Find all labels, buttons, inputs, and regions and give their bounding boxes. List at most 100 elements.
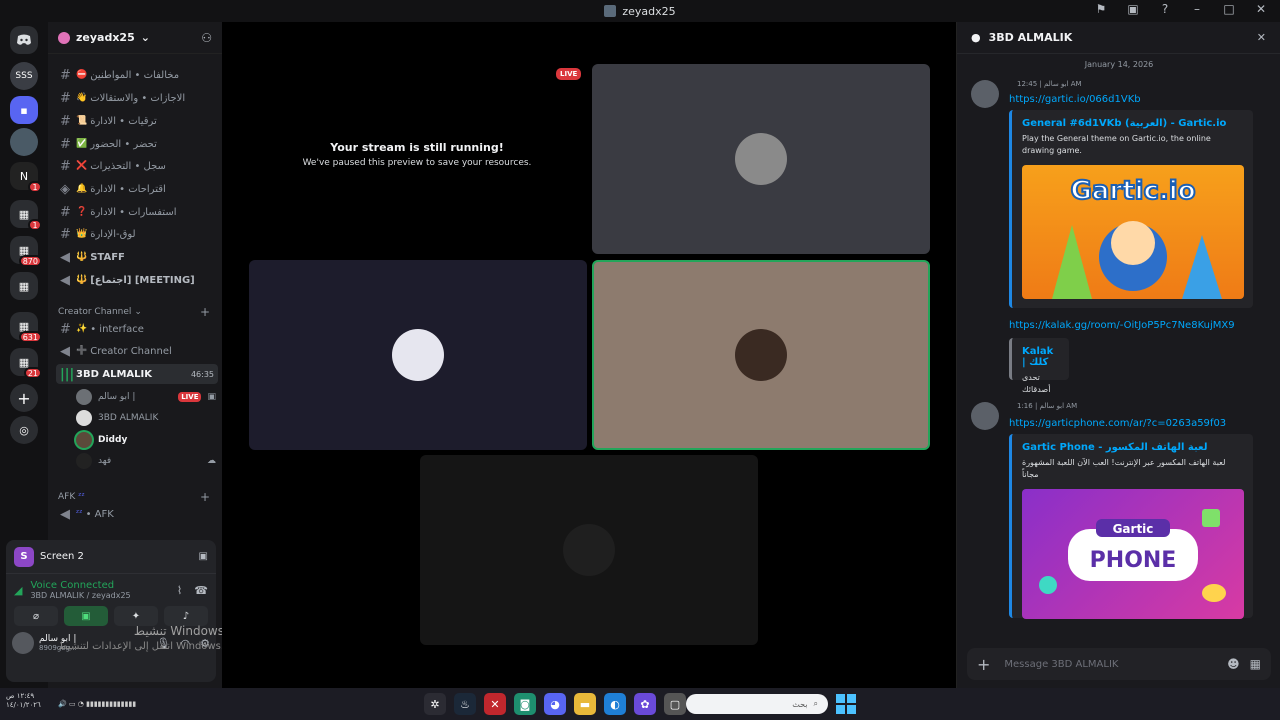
- message-author[interactable]: ابو سالم |: [1039, 80, 1068, 88]
- active-voice-channel[interactable]: ||| 3BD ALMALIK 46:35: [56, 364, 218, 384]
- server-folder-3[interactable]: ▦ 870: [10, 236, 42, 267]
- discover-icon[interactable]: ◎: [10, 416, 38, 444]
- chevron-down-icon: ⌄: [140, 31, 150, 44]
- guild-header[interactable]: zeyadx25 ⌄ ⚇: [48, 22, 222, 54]
- category-creator[interactable]: Creator Channel ⌄ +: [58, 305, 210, 319]
- voice-channel-item[interactable]: ◀ ➕ Creator Channel: [56, 341, 218, 361]
- embed-image[interactable]: Gartic PHONE: [1022, 489, 1244, 619]
- copilot-icon[interactable]: ✿: [634, 693, 656, 715]
- voice-status-text[interactable]: Voice Connected: [30, 580, 130, 591]
- add-channel-icon[interactable]: +: [200, 490, 210, 504]
- voice-channel-item[interactable]: ◀ 🔱 STAFF: [56, 247, 218, 267]
- add-channel-icon[interactable]: +: [200, 305, 210, 319]
- voice-user[interactable]: 3BD ALMALIK: [76, 409, 216, 427]
- noise-suppression-icon[interactable]: ⌇: [177, 584, 182, 597]
- server-folder-2[interactable]: ▦ 1: [10, 200, 42, 231]
- start-button[interactable]: [836, 694, 856, 714]
- category-afk[interactable]: AFK ᶻᶻ +: [58, 490, 210, 504]
- stop-share-icon[interactable]: ▣: [199, 551, 208, 562]
- maximize-icon[interactable]: □: [1220, 2, 1238, 16]
- participant-tile[interactable]: [420, 455, 758, 645]
- apps-icon[interactable]: ▦: [1250, 657, 1261, 671]
- soundboard-button[interactable]: ♪: [164, 606, 208, 626]
- screen-share-button[interactable]: ▣: [64, 606, 108, 626]
- discord-home-icon[interactable]: [10, 26, 38, 54]
- hash-icon: #: [60, 113, 71, 129]
- server-folder-6[interactable]: ▦ 21: [10, 348, 42, 379]
- hash-icon: #: [60, 204, 71, 220]
- channel-item[interactable]: ◈ 🔔 اقتراحات • الادارة: [56, 179, 218, 199]
- channel-item[interactable]: # ✨ • interface: [56, 319, 218, 339]
- invite-icon[interactable]: ⚇: [201, 31, 212, 45]
- message-author[interactable]: ابو سالم |: [1035, 402, 1064, 410]
- embed-title[interactable]: Kalak | كلك: [1022, 346, 1059, 368]
- embed-title[interactable]: Gartic Phone - لعبة الهاتف المكسور: [1022, 442, 1243, 453]
- taskview-icon[interactable]: ▢: [664, 693, 686, 715]
- server-folder-5[interactable]: ▦ 631: [10, 312, 42, 343]
- paused-stream[interactable]: Your stream is still running! We've paus…: [242, 62, 592, 247]
- window-title: zeyadx25: [622, 4, 676, 18]
- message-input[interactable]: Message 3BD ALMALIK: [1004, 659, 1118, 670]
- windows-logo-icon: [836, 705, 845, 714]
- live-badge: LIVE: [178, 392, 202, 402]
- channel-emoji: ✅: [76, 139, 88, 149]
- channel-item[interactable]: # ✅ تحضر • الحضور: [56, 134, 218, 154]
- file-explorer-icon[interactable]: ▬: [574, 693, 596, 715]
- taskbar-search[interactable]: بحث ⌕: [686, 694, 828, 714]
- minimize-icon[interactable]: –: [1188, 2, 1206, 16]
- voice-channel-item[interactable]: ◀ ᶻᶻ • AFK: [56, 504, 218, 524]
- message-avatar[interactable]: [971, 402, 999, 430]
- channel-emoji: 🔱: [76, 252, 88, 262]
- speaker-icon: ◀: [60, 506, 70, 522]
- participant-tile-speaking[interactable]: [592, 260, 930, 450]
- channel-item[interactable]: # 👋 الاجازات • والاستقالات: [56, 88, 218, 108]
- steam-app-icon[interactable]: ♨: [454, 693, 476, 715]
- channel-label: • interface: [90, 323, 144, 335]
- edge-browser-icon[interactable]: ◐: [604, 693, 626, 715]
- server-folder-4[interactable]: ▦: [10, 272, 38, 300]
- participant-avatar: [735, 329, 787, 381]
- inbox-icon[interactable]: ⚑: [1092, 2, 1110, 16]
- voice-user[interactable]: فهد ☁: [76, 452, 216, 470]
- message-link[interactable]: https://gartic.io/066d1VKb: [1009, 94, 1141, 105]
- help-icon[interactable]: ?: [1156, 2, 1174, 16]
- add-server-icon[interactable]: +: [10, 384, 38, 412]
- screen-icon[interactable]: ▣: [1124, 2, 1142, 16]
- channel-item[interactable]: # ❓ استفسارات • الادارة: [56, 202, 218, 222]
- voice-user[interactable]: ابو سالم | LIVE ▣: [76, 388, 216, 406]
- participant-tile[interactable]: [592, 64, 930, 254]
- channel-item[interactable]: # 👑 لوق-الإدارة: [56, 224, 218, 244]
- message-link[interactable]: https://kalak.gg/room/-OitJoP5Pc7Ne8KujM…: [1009, 320, 1235, 331]
- close-icon[interactable]: ✕: [1257, 31, 1266, 44]
- channel-label: Creator Channel: [90, 345, 172, 357]
- user-avatar[interactable]: [12, 632, 34, 654]
- emoji-icon[interactable]: ☻: [1227, 657, 1240, 671]
- server-zeyadx25[interactable]: [10, 128, 38, 156]
- activities-button[interactable]: ✦: [114, 606, 158, 626]
- channel-item[interactable]: # ❌ سجل • التحذيرات: [56, 156, 218, 176]
- message-avatar[interactable]: [971, 80, 999, 108]
- channel-item[interactable]: # ⛔ مخالفات • المواطنين: [56, 65, 218, 85]
- server-sss[interactable]: SSS: [10, 62, 38, 90]
- voice-channel-item[interactable]: ◀ 🔱 [اجتماع] [MEETING]: [56, 270, 218, 290]
- voice-location[interactable]: 3BD ALMALIK / zeyadx25: [30, 591, 130, 600]
- close-icon[interactable]: ✕: [1252, 2, 1270, 16]
- embed-image[interactable]: Gartic.io: [1022, 165, 1244, 299]
- channel-item[interactable]: # 📜 ترقيات • الادارة: [56, 111, 218, 131]
- message-link[interactable]: https://garticphone.com/ar/?c=0263a59f03: [1009, 418, 1226, 429]
- server-folder-icon[interactable]: ▪: [10, 96, 38, 124]
- camera-button[interactable]: ⌀: [14, 606, 58, 626]
- settings-app-icon[interactable]: ✲: [424, 693, 446, 715]
- server-nf[interactable]: N1: [10, 162, 42, 193]
- discord-app-icon[interactable]: ◕: [544, 693, 566, 715]
- taskbar-clock[interactable]: ١٢:٤٩ ص ١٤/٠١/٢٠٢٦: [6, 692, 66, 710]
- screen-label: Screen 2: [40, 551, 84, 562]
- tool-app-icon[interactable]: ✕: [484, 693, 506, 715]
- voice-user[interactable]: Diddy: [76, 431, 216, 449]
- add-attachment-icon[interactable]: +: [977, 655, 990, 674]
- speaker-icon: ◀: [60, 249, 70, 265]
- embed-title[interactable]: General #6d1VKb (العربية) - Gartic.io: [1022, 118, 1243, 129]
- store-app-icon[interactable]: ◙: [514, 693, 536, 715]
- disconnect-icon[interactable]: ☎: [194, 584, 208, 597]
- participant-tile[interactable]: [249, 260, 587, 450]
